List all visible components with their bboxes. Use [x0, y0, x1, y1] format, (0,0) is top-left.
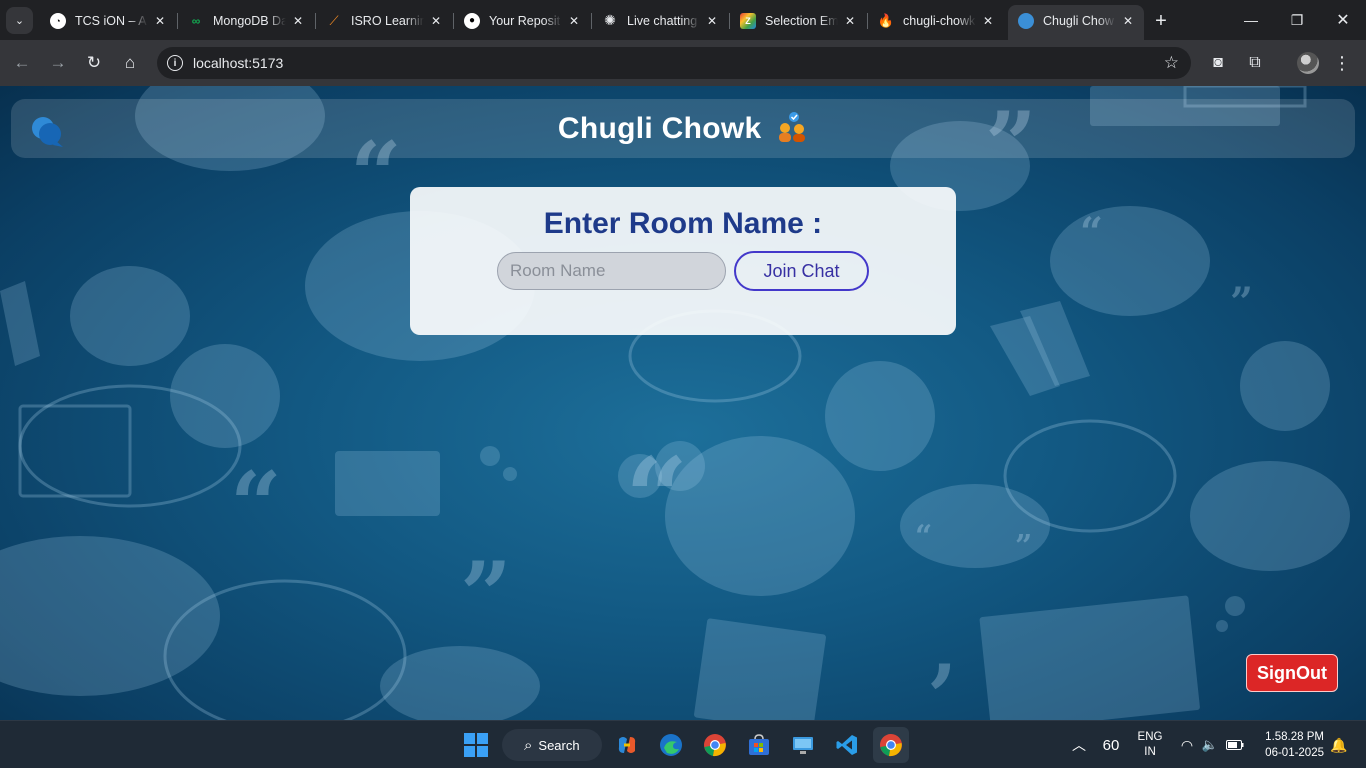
- clock[interactable]: 1.58.28 PM 06-01-2025: [1254, 721, 1324, 768]
- tab[interactable]: ✺ Live chatting ✕: [592, 5, 728, 36]
- tab[interactable]: 🔥 chugli-chowk ✕: [868, 5, 1004, 36]
- chatting-people-emoji-icon: [779, 112, 806, 142]
- app-title: Chugli Chowk: [11, 112, 1355, 146]
- tab[interactable]: ∞ MongoDB Da ✕: [178, 5, 314, 36]
- tab[interactable]: ⟋ ISRO Learnin ✕: [316, 5, 452, 36]
- browser-tab-strip: ⌄ ◔ TCS iON – A ✕ ∞ MongoDB Da ✕ ⟋ ISRO …: [0, 0, 1366, 40]
- close-tab-icon[interactable]: ✕: [704, 13, 720, 29]
- svg-text:”: ”: [460, 542, 512, 648]
- isro-icon: ⟋: [329, 12, 339, 28]
- svg-text:”: ”: [1230, 279, 1253, 326]
- close-window-icon[interactable]: ✕: [1320, 0, 1366, 40]
- tab-title: Live chatting: [627, 13, 698, 28]
- chrome-icon[interactable]: [873, 727, 909, 763]
- close-tab-icon[interactable]: ✕: [290, 13, 306, 29]
- restore-icon[interactable]: ❐: [1274, 0, 1320, 40]
- store-icon[interactable]: [741, 727, 777, 763]
- mongodb-leaf-icon: ∞: [191, 13, 201, 28]
- browser-toolbar: ← → ↻ ⌂ i localhost:5173 ☆ ◙ ⧉ ⋮: [0, 40, 1366, 86]
- edge-icon[interactable]: [653, 727, 689, 763]
- show-hidden-icons-chevron-icon[interactable]: ︿: [1068, 721, 1090, 768]
- clock-date: 06-01-2025: [1265, 747, 1324, 759]
- tab-search-chevron-icon[interactable]: ⌄: [6, 7, 33, 34]
- close-tab-icon[interactable]: ✕: [566, 13, 582, 29]
- svg-text:“: “: [230, 452, 282, 558]
- close-tab-icon[interactable]: ✕: [980, 13, 996, 29]
- more-menu-icon[interactable]: ⋮: [1329, 50, 1355, 76]
- room-name-input[interactable]: [497, 252, 726, 290]
- openai-icon: ✺: [604, 12, 616, 28]
- close-tab-icon[interactable]: ✕: [152, 13, 168, 29]
- tab-title: Selection Em: [765, 13, 838, 28]
- join-chat-button[interactable]: Join Chat: [734, 251, 869, 291]
- bookmark-star-icon[interactable]: ☆: [1164, 53, 1179, 73]
- vscode-icon[interactable]: [829, 727, 865, 763]
- tray-number: 60: [1102, 736, 1120, 754]
- wifi-icon[interactable]: ◠: [1176, 721, 1198, 768]
- close-tab-icon[interactable]: ✕: [1120, 13, 1136, 29]
- battery-icon[interactable]: [1224, 721, 1246, 768]
- home-icon[interactable]: ⌂: [116, 49, 144, 77]
- tab-title: TCS iON – A: [75, 13, 147, 28]
- chat-app-page: “ ” “ “ ” “ ” “ ” , Chugli Chowk Enter R…: [0, 86, 1366, 720]
- forward-arrow-icon[interactable]: →: [44, 49, 72, 77]
- tab-active[interactable]: Chugli Chow ✕: [1008, 5, 1144, 40]
- address-bar[interactable]: i localhost:5173 ☆: [157, 47, 1191, 79]
- windows-start-icon[interactable]: [458, 727, 494, 763]
- new-tab-plus-icon[interactable]: +: [1148, 8, 1174, 34]
- extensions-puzzle-icon[interactable]: ⧉: [1242, 50, 1268, 76]
- tab[interactable]: Z Selection Em ✕: [730, 5, 866, 36]
- back-arrow-icon[interactable]: ←: [8, 49, 36, 77]
- chrome-icon[interactable]: [697, 727, 733, 763]
- app-title-text: Chugli Chowk: [557, 112, 762, 145]
- tab[interactable]: ◔ TCS iON – A ✕: [40, 5, 176, 36]
- join-room-card: Enter Room Name : Join Chat: [410, 187, 956, 335]
- room-heading: Enter Room Name :: [543, 207, 823, 240]
- app-header: Chugli Chowk: [11, 99, 1355, 158]
- clock-time: 1.58.28 PM: [1265, 731, 1324, 743]
- svg-text:”: ”: [1015, 529, 1032, 564]
- reload-icon[interactable]: ↻: [80, 49, 108, 77]
- firebase-icon: 🔥: [877, 12, 895, 28]
- tcs-ion-icon: ◔: [50, 12, 66, 29]
- tab-title: MongoDB Da: [213, 13, 286, 28]
- speech-bubble-background: “ ” “ “ ” “ ” “ ” ,: [0, 86, 1350, 720]
- minimize-icon[interactable]: —: [1228, 0, 1274, 40]
- github-icon: ●: [464, 12, 480, 29]
- screenshot-camera-icon[interactable]: ◙: [1205, 50, 1231, 76]
- tab-title: ISRO Learnin: [351, 13, 424, 28]
- tab-title: chugli-chowk: [903, 13, 976, 28]
- lang-top: ENG: [1137, 731, 1163, 743]
- tab[interactable]: ● Your Reposit ✕: [454, 5, 590, 36]
- url-text: localhost:5173: [193, 55, 284, 71]
- profile-avatar[interactable]: [1297, 52, 1319, 74]
- remote-desktop-icon[interactable]: [785, 727, 821, 763]
- copilot-icon[interactable]: [609, 727, 645, 763]
- tab-title: Your Reposit: [489, 13, 561, 28]
- site-info-icon[interactable]: i: [167, 55, 183, 71]
- close-tab-icon[interactable]: ✕: [428, 13, 444, 29]
- svg-text:“: “: [625, 433, 688, 562]
- svg-text:“: “: [915, 519, 932, 554]
- taskbar-search[interactable]: ⌕ Search: [502, 729, 602, 761]
- signout-button[interactable]: SignOut: [1246, 654, 1338, 692]
- svg-text:“: “: [1080, 209, 1103, 256]
- windows-taskbar: ⌕ Search ︿ 60 ENG IN ◠ 🔈 1.58.28 PM 06-0…: [0, 720, 1366, 768]
- taskbar-search-label: Search: [538, 737, 580, 753]
- lang-bottom: IN: [1144, 746, 1156, 758]
- selection-icon: Z: [740, 12, 756, 29]
- notification-bell-icon[interactable]: 🔔: [1328, 721, 1350, 768]
- svg-text:,: ,: [930, 601, 958, 695]
- search-icon: ⌕: [524, 736, 533, 754]
- volume-icon[interactable]: 🔈: [1200, 721, 1220, 768]
- tab-title: Chugli Chow: [1043, 13, 1114, 28]
- language-indicator[interactable]: ENG IN: [1132, 721, 1168, 768]
- close-tab-icon[interactable]: ✕: [842, 13, 858, 29]
- chat-bubble-icon: [1018, 12, 1034, 29]
